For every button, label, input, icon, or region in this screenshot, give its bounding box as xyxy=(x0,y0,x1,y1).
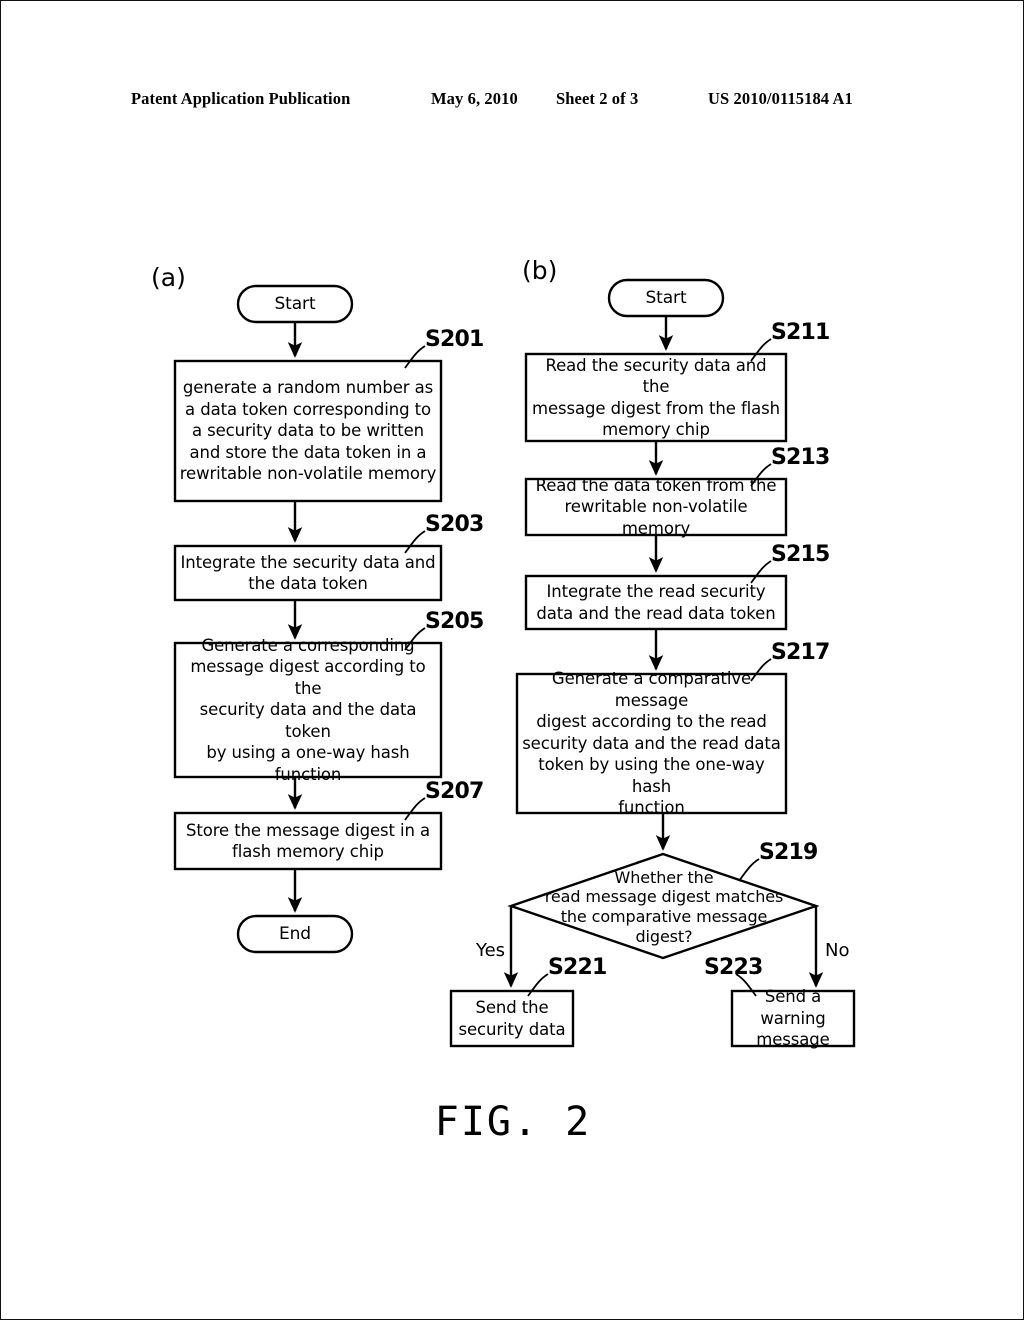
node-s215-label: Integrate the read security data and the… xyxy=(536,582,776,623)
node-s213-label: Read the data token from the rewritable … xyxy=(535,475,777,538)
patent-page: Patent Application Publication May 6, 20… xyxy=(0,0,1024,1320)
branch-label-no: No xyxy=(825,940,850,961)
step-ref-s201: S201 xyxy=(425,327,484,352)
node-a-end-label: End xyxy=(278,923,311,944)
step-ref-s205: S205 xyxy=(425,609,484,634)
node-s217-label: Generate a comparative message digest ac… xyxy=(522,669,781,818)
step-ref-s213: S213 xyxy=(771,445,830,470)
step-ref-s221: S221 xyxy=(548,955,607,980)
node-s201-label: generate a random number as a data token… xyxy=(179,378,437,484)
node-s223-label: Send a warning message xyxy=(756,987,830,1050)
step-ref-s203: S203 xyxy=(425,512,484,537)
node-s203-label: Integrate the security data and the data… xyxy=(180,552,436,593)
step-ref-s215: S215 xyxy=(771,542,830,567)
node-a-start-label: Start xyxy=(274,293,316,314)
figure-caption: FIG. 2 xyxy=(434,1099,592,1145)
step-ref-s211: S211 xyxy=(771,320,830,345)
node-s205-label: Generate a corresponding message digest … xyxy=(190,635,426,784)
node-s211-label: Read the security data and the message d… xyxy=(531,355,781,439)
step-ref-s207: S207 xyxy=(425,779,484,804)
node-s207-label: Store the message digest in a flash memo… xyxy=(185,820,431,861)
node-b-start-label: Start xyxy=(645,287,687,308)
step-ref-s219: S219 xyxy=(759,840,818,865)
step-ref-s223: S223 xyxy=(704,955,763,980)
step-ref-s217: S217 xyxy=(771,640,830,665)
node-s219-label: Whether the read message digest matches … xyxy=(544,867,784,946)
node-s221-label: Send the security data xyxy=(458,998,566,1039)
branch-label-yes: Yes xyxy=(476,940,506,961)
panel-label-a: (a) xyxy=(151,263,186,292)
figure-2: (a) (b) Start generate a random number a… xyxy=(1,1,1024,1321)
panel-label-b: (b) xyxy=(522,256,558,285)
